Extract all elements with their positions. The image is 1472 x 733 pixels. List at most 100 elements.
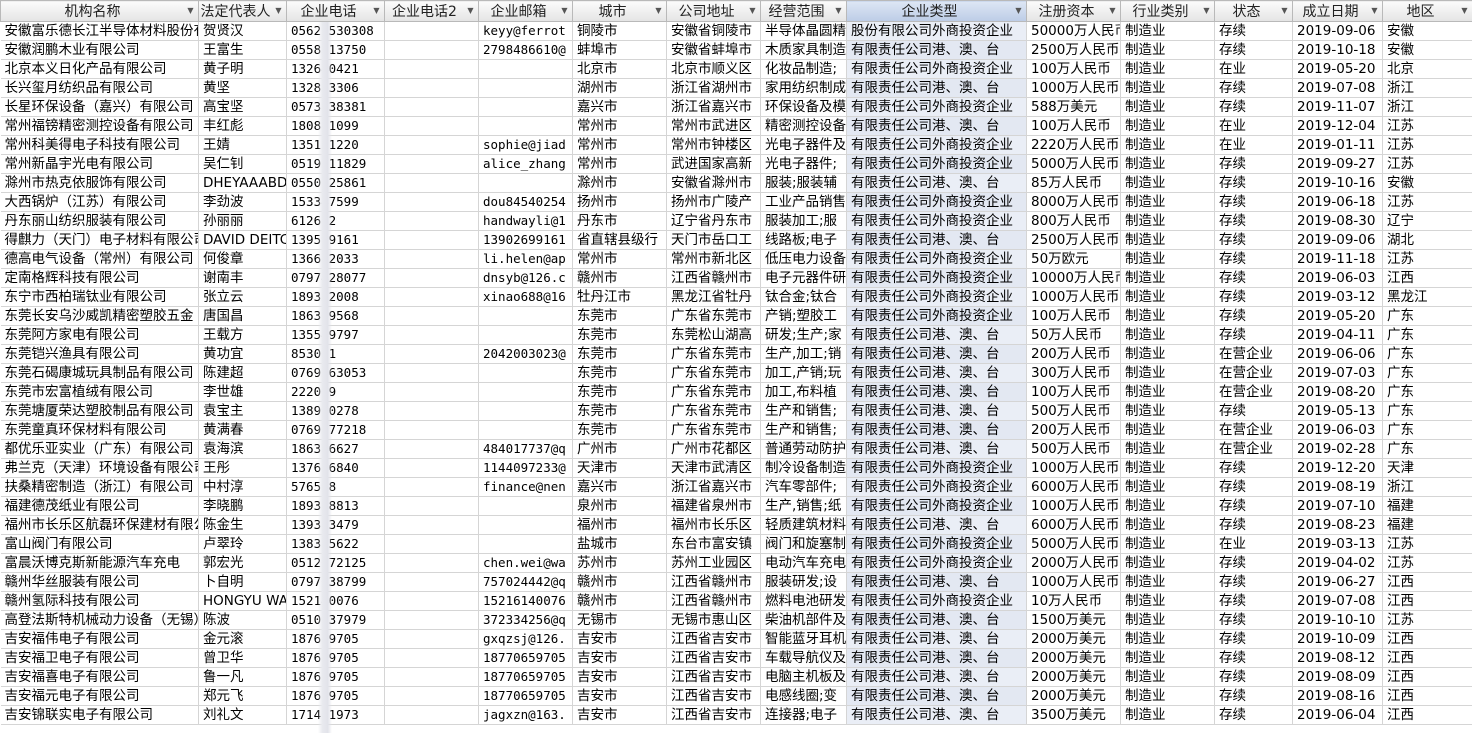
table-cell[interactable] <box>384 306 479 326</box>
table-cell[interactable]: 江西 <box>1382 686 1472 706</box>
table-cell[interactable]: 浙江 <box>1382 78 1472 98</box>
table-cell[interactable]: 扶桑精密制造（浙江）有限公司 <box>0 477 199 497</box>
table-cell[interactable]: 存续 <box>1214 97 1293 117</box>
table-cell[interactable]: 612622 <box>286 211 385 231</box>
table-cell[interactable]: 安徽省蚌埠市 <box>666 40 761 60</box>
table-cell[interactable]: 东莞长安乌沙威凯精密塑胶五金 <box>0 306 199 326</box>
table-cell[interactable]: HONGYU WANG <box>198 591 287 611</box>
table-cell[interactable]: 吉安福伟电子有限公司 <box>0 629 199 649</box>
table-cell[interactable] <box>384 135 479 155</box>
table-cell[interactable]: 谢南丰 <box>198 268 287 288</box>
table-cell[interactable]: 广东省东莞市 <box>666 306 761 326</box>
table-cell[interactable] <box>384 230 479 250</box>
table-cell[interactable]: 757024442@q <box>478 572 573 592</box>
table-cell[interactable]: 制造业 <box>1120 572 1215 592</box>
table-cell[interactable]: 工业产品销售 <box>760 192 847 212</box>
table-cell[interactable]: 黄坚 <box>198 78 287 98</box>
table-cell[interactable]: 存续 <box>1214 268 1293 288</box>
filter-dropdown-icon[interactable]: ▼ <box>465 6 476 16</box>
table-cell[interactable]: 制造业 <box>1120 97 1215 117</box>
table-cell[interactable]: 东莞市 <box>572 325 667 345</box>
table-cell[interactable]: 有限责任公司外商投资企业 <box>846 306 1027 326</box>
table-cell[interactable]: 智能蓝牙耳机 <box>760 629 847 649</box>
table-cell[interactable]: 有限责任公司外商投资企业 <box>846 591 1027 611</box>
table-cell[interactable]: 1000万人民币 <box>1026 572 1121 592</box>
table-cell[interactable]: 苏州工业园区 <box>666 553 761 573</box>
table-cell[interactable]: 189332008 <box>286 287 385 307</box>
table-cell[interactable]: 福建省泉州市 <box>666 496 761 516</box>
table-cell[interactable]: handwayli@1 <box>478 211 573 231</box>
table-cell[interactable]: 江西省吉安市 <box>666 686 761 706</box>
table-cell[interactable]: 制造业 <box>1120 40 1215 60</box>
table-cell[interactable]: 15216140076 <box>478 591 573 611</box>
table-cell[interactable]: 在业 <box>1214 135 1293 155</box>
table-cell[interactable]: 辽宁 <box>1382 211 1472 231</box>
table-cell[interactable]: 在业 <box>1214 534 1293 554</box>
table-cell[interactable]: 0519311829 <box>286 154 385 174</box>
table-cell[interactable]: 制造业 <box>1120 439 1215 459</box>
table-cell[interactable]: 1000万人民币 <box>1026 496 1121 516</box>
column-header[interactable]: 公司地址 ▼ <box>666 0 761 22</box>
table-cell[interactable]: 省直辖县级行 <box>572 230 667 250</box>
table-cell[interactable]: 江苏 <box>1382 154 1472 174</box>
table-cell[interactable]: 东莞市 <box>572 401 667 421</box>
table-cell[interactable]: 江苏 <box>1382 249 1472 269</box>
table-cell[interactable]: 贺贤汉 <box>198 21 287 41</box>
table-cell[interactable]: 赣州氢际科技有限公司 <box>0 591 199 611</box>
table-cell[interactable]: 唐国昌 <box>198 306 287 326</box>
table-cell[interactable]: 何俊章 <box>198 249 287 269</box>
table-cell[interactable]: 136612033 <box>286 249 385 269</box>
table-cell[interactable]: 江西 <box>1382 591 1472 611</box>
table-cell[interactable] <box>384 211 479 231</box>
table-cell[interactable]: 半导体晶圆精 <box>760 21 847 41</box>
table-cell[interactable]: 2019-01-11 <box>1292 135 1383 155</box>
table-cell[interactable]: 江西 <box>1382 705 1472 725</box>
table-cell[interactable]: 常州市钟楼区 <box>666 135 761 155</box>
column-header[interactable]: 企业电话2 ▼ <box>384 0 479 22</box>
table-cell[interactable]: 无锡市 <box>572 610 667 630</box>
table-cell[interactable]: 1500万美元 <box>1026 610 1121 630</box>
table-cell[interactable]: 3500万美元 <box>1026 705 1121 725</box>
table-cell[interactable]: 电动汽车充电 <box>760 553 847 573</box>
table-cell[interactable]: 常州市武进区 <box>666 116 761 136</box>
filter-dropdown-icon[interactable]: ▼ <box>1369 6 1380 16</box>
table-cell[interactable]: 李世雄 <box>198 382 287 402</box>
table-cell[interactable]: 高登法斯特机械动力设备（无锡） <box>0 610 199 630</box>
table-cell[interactable]: 存续 <box>1214 477 1293 497</box>
column-header[interactable]: 城市 ▼ <box>572 0 667 22</box>
table-cell[interactable]: 江西 <box>1382 629 1472 649</box>
table-cell[interactable]: 222009 <box>286 382 385 402</box>
table-cell[interactable]: 存续 <box>1214 705 1293 725</box>
table-cell[interactable]: 制造业 <box>1120 401 1215 421</box>
table-cell[interactable] <box>384 477 479 497</box>
table-cell[interactable]: 2019-08-16 <box>1292 686 1383 706</box>
table-cell[interactable]: 2500万人民币 <box>1026 40 1121 60</box>
table-cell[interactable]: 产销;塑胶工 <box>760 306 847 326</box>
column-header[interactable]: 企业邮箱 ▼ <box>478 0 573 22</box>
table-cell[interactable]: 10万人民币 <box>1026 591 1121 611</box>
table-cell[interactable]: 存续 <box>1214 287 1293 307</box>
table-cell[interactable]: 制造业 <box>1120 591 1215 611</box>
table-cell[interactable]: 鲁一凡 <box>198 667 287 687</box>
table-cell[interactable]: 普通劳动防护 <box>760 439 847 459</box>
table-cell[interactable]: 有限责任公司外商投资企业 <box>846 135 1027 155</box>
table-cell[interactable] <box>384 344 479 364</box>
table-cell[interactable]: 2019-06-18 <box>1292 192 1383 212</box>
table-cell[interactable]: 存续 <box>1214 249 1293 269</box>
table-cell[interactable]: 吉安福元电子有限公司 <box>0 686 199 706</box>
table-cell[interactable]: 江苏 <box>1382 553 1472 573</box>
table-cell[interactable]: 阀门和旋塞制 <box>760 534 847 554</box>
table-cell[interactable]: 在营企业 <box>1214 363 1293 383</box>
filter-dropdown-icon[interactable]: ▼ <box>1459 6 1470 16</box>
table-cell[interactable]: 2019-09-06 <box>1292 230 1383 250</box>
table-cell[interactable] <box>384 705 479 725</box>
table-cell[interactable]: 2019-10-09 <box>1292 629 1383 649</box>
table-cell[interactable]: 2019-07-03 <box>1292 363 1383 383</box>
table-cell[interactable]: 电子元器件研 <box>760 268 847 288</box>
table-cell[interactable]: 2000万人民币 <box>1026 553 1121 573</box>
table-cell[interactable]: 有限责任公司港、澳、台 <box>846 173 1027 193</box>
table-cell[interactable]: 有限责任公司港、澳、台 <box>846 515 1027 535</box>
table-cell[interactable]: 浙江省湖州市 <box>666 78 761 98</box>
table-cell[interactable]: 吉安市 <box>572 667 667 687</box>
table-cell[interactable]: 股份有限公司外商投资企业 <box>846 21 1027 41</box>
